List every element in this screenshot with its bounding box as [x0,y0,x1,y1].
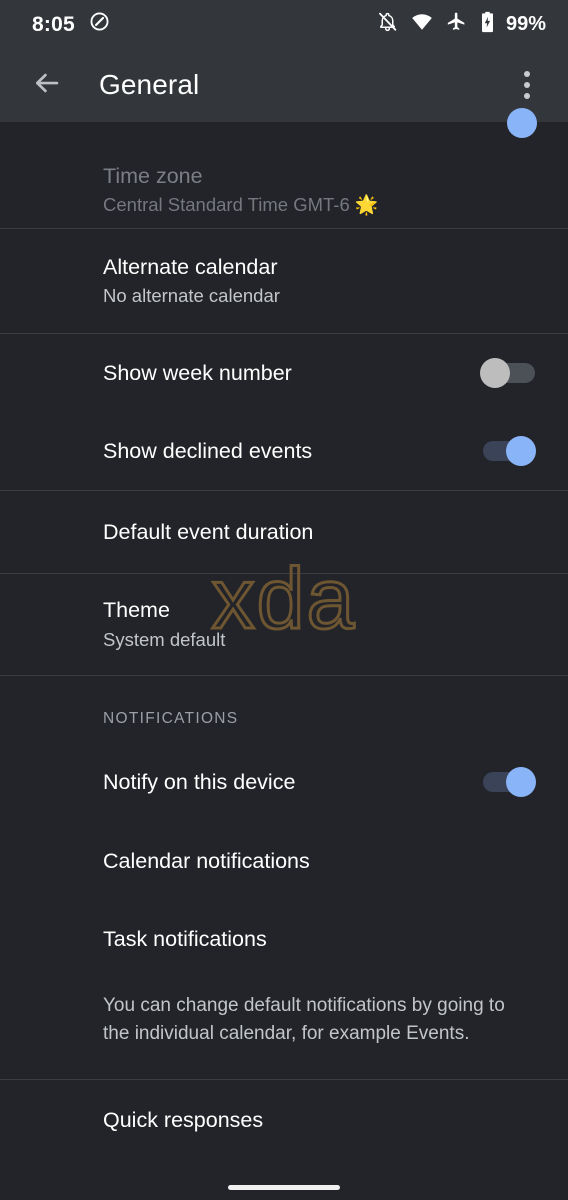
row-texts: Theme System default [103,597,538,652]
setting-row-time-zone: Time zone Central Standard Time GMT-6 🌟 [0,144,568,228]
back-arrow-icon [32,68,62,103]
rotation-locked-icon [89,11,110,37]
gesture-navigation-bar[interactable] [228,1185,340,1190]
sun-emoji-icon: 🌟 [354,195,379,217]
setting-title-time-zone: Time zone [103,163,203,188]
setting-title-default-event-duration: Default event duration [103,519,314,544]
setting-subtitle-theme: System default [103,628,226,650]
setting-subtitle-alternate-calendar: No alternate calendar [103,285,280,307]
setting-row-quick-responses[interactable]: Quick responses [0,1080,568,1160]
app-bar: General [0,48,568,122]
app-screen: 8:05 99% General Time zone Central Stand… [0,0,568,1200]
setting-title-alternate-calendar: Alternate calendar [103,254,278,279]
toggle-thumb [506,767,536,797]
row-texts: Notify on this device [103,769,466,796]
setting-subtitle-text: Central Standard Time GMT-6 [103,194,350,216]
toggle-notify-on-this-device[interactable] [480,763,538,801]
setting-row-show-declined-events[interactable]: Show declined events [0,412,568,490]
setting-title-show-declined-events: Show declined events [103,438,313,463]
setting-title-notify-on-this-device: Notify on this device [103,769,296,794]
row-texts: Task notifications [103,926,538,953]
row-texts: Calendar notifications [103,848,538,875]
row-texts: Show declined events [103,438,466,465]
overflow-menu-icon [524,82,530,88]
notifications-silenced-icon [377,11,398,37]
airplane-mode-icon [446,11,467,37]
peek-switch-thumb[interactable] [507,108,537,138]
wifi-icon [411,11,433,38]
setting-row-theme[interactable]: Theme System default [0,574,568,675]
toggle-show-week-number[interactable] [480,354,538,392]
status-bar-right: 99% [377,11,546,38]
row-texts: Show week number [103,360,466,387]
toggle-thumb [506,436,536,466]
status-bar: 8:05 99% [0,0,568,48]
setting-title-quick-responses: Quick responses [103,1107,264,1132]
setting-row-default-event-duration[interactable]: Default event duration [0,491,568,573]
status-bar-left: 8:05 [32,11,110,37]
toggle-thumb [480,358,510,388]
notifications-help-text: You can change default notifications by … [103,995,505,1044]
overflow-menu-icon [524,71,530,77]
setting-subtitle-time-zone: Central Standard Time GMT-6 🌟 [103,193,538,217]
section-header-notifications: NOTIFICATIONS [103,710,239,727]
setting-title-theme: Theme [103,598,170,623]
setting-row-show-week-number[interactable]: Show week number [0,334,568,412]
battery-percent-label: 99% [505,13,546,35]
page-title: General [99,69,200,100]
setting-row-task-notifications[interactable]: Task notifications [0,900,568,978]
overflow-menu-icon [524,93,530,99]
settings-list[interactable]: Time zone Central Standard Time GMT-6 🌟 … [0,108,568,1200]
setting-title-calendar-notifications: Calendar notifications [103,848,310,873]
overflow-menu-button[interactable] [503,57,551,113]
setting-row-notify-on-this-device[interactable]: Notify on this device [0,742,568,822]
toggle-show-declined-events[interactable] [480,432,538,470]
setting-row-alternate-calendar[interactable]: Alternate calendar No alternate calendar [0,229,568,333]
row-texts: Default event duration [103,519,538,546]
setting-title-task-notifications: Task notifications [103,926,267,951]
back-button[interactable] [16,54,78,116]
row-texts: Quick responses [103,1107,538,1134]
setting-row-calendar-notifications[interactable]: Calendar notifications [0,822,568,900]
battery-charging-icon [480,11,495,38]
row-texts: Time zone Central Standard Time GMT-6 🌟 [103,163,538,218]
status-bar-clock: 8:05 [32,12,75,36]
list-top-spacer [0,108,568,144]
row-texts: Alternate calendar No alternate calendar [103,254,538,309]
setting-title-show-week-number: Show week number [103,360,292,385]
